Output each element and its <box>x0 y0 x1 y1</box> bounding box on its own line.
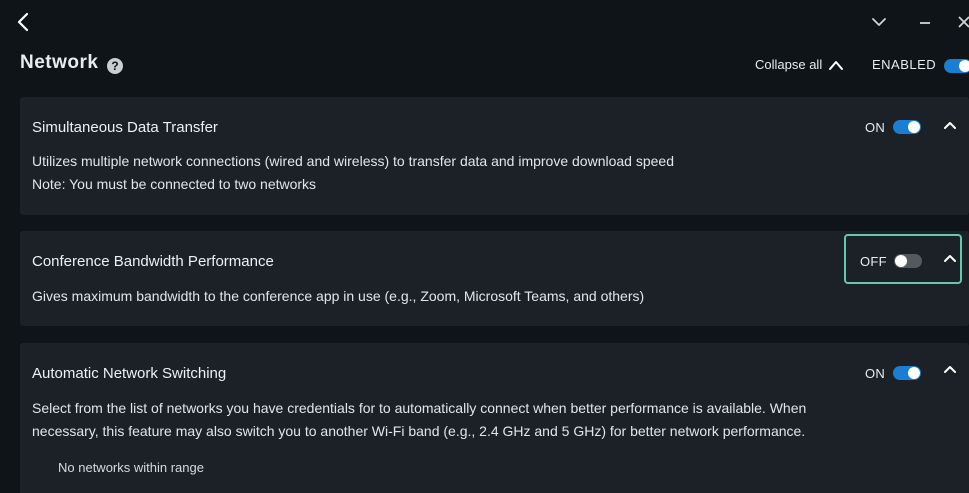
toggle-knob <box>908 367 920 379</box>
card-title: Conference Bandwidth Performance <box>32 253 274 270</box>
simultaneous-data-transfer-toggle[interactable] <box>893 120 921 134</box>
collapse-chevron-up-icon[interactable] <box>942 363 958 375</box>
toggle-knob <box>959 60 969 72</box>
toggle-state-label: OFF <box>860 254 887 269</box>
card-description: Utilizes multiple network connections (w… <box>32 150 912 196</box>
chevron-down-icon <box>872 18 886 26</box>
toggle-state-label: ON <box>865 120 886 135</box>
section-header: Network ? Collapse all ENABLED <box>20 52 969 80</box>
description-line: Utilizes multiple network connections (w… <box>32 153 674 169</box>
network-enabled-toggle[interactable] <box>944 59 969 73</box>
card-title: Simultaneous Data Transfer <box>32 119 218 136</box>
automatic-network-switching-toggle[interactable] <box>893 366 921 380</box>
toggle-knob <box>895 255 907 267</box>
empty-network-list-message: No networks within range <box>58 460 204 475</box>
card-simultaneous-data-transfer: Simultaneous Data Transfer ON Utilizes m… <box>20 97 969 215</box>
collapse-chevron-up-icon[interactable] <box>942 252 958 264</box>
chevron-left-icon <box>17 12 29 32</box>
card-description: Select from the list of networks you hav… <box>32 397 912 443</box>
minimize-icon <box>920 22 930 24</box>
chevron-up-icon[interactable] <box>828 59 844 71</box>
page-title: Network <box>20 52 99 73</box>
description-line: Select from the list of networks you hav… <box>32 400 807 416</box>
close-button[interactable] <box>955 12 969 32</box>
dropdown-button[interactable] <box>869 12 889 32</box>
description-line: Gives maximum bandwidth to the conferenc… <box>32 288 645 304</box>
collapse-chevron-up-icon[interactable] <box>942 119 958 131</box>
card-automatic-network-switching: Automatic Network Switching ON Select fr… <box>20 343 969 493</box>
description-line: necessary, this feature may also switch … <box>32 423 806 439</box>
enabled-label: ENABLED <box>872 57 937 72</box>
help-icon[interactable]: ? <box>107 58 123 74</box>
toggle-state-label: ON <box>865 366 886 381</box>
conference-bandwidth-toggle[interactable] <box>894 254 922 268</box>
title-bar <box>0 0 969 44</box>
minimize-button[interactable] <box>915 12 935 32</box>
toggle-knob <box>908 121 920 133</box>
back-button[interactable] <box>14 10 34 34</box>
close-icon <box>958 16 969 28</box>
card-conference-bandwidth: Conference Bandwidth Performance OFF Giv… <box>20 231 969 326</box>
collapse-all-button[interactable]: Collapse all <box>755 57 822 72</box>
card-title: Automatic Network Switching <box>32 365 227 382</box>
card-description: Gives maximum bandwidth to the conferenc… <box>32 285 912 308</box>
description-line: Note: You must be connected to two netwo… <box>32 176 317 192</box>
